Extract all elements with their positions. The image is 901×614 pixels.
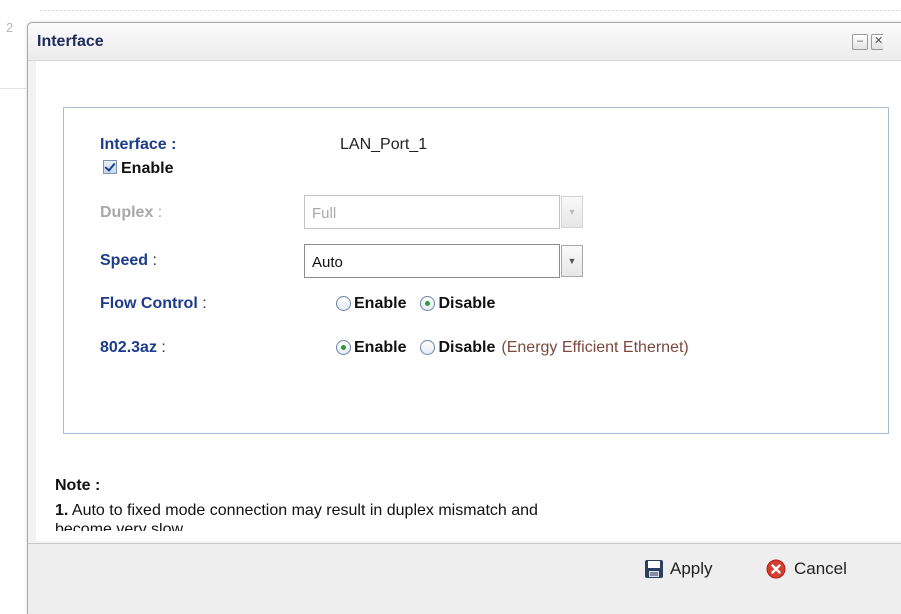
note-item: 1. Auto to fixed mode connection may res…	[55, 502, 538, 519]
close-icon[interactable]: ✕	[871, 34, 883, 50]
eee-hint: (Energy Efficient Ethernet)	[501, 339, 689, 356]
note-item-continued: become very slow.	[55, 523, 187, 531]
apply-button[interactable]: Apply	[644, 559, 713, 579]
enable-checkbox[interactable]	[103, 160, 117, 174]
background-digit: 2	[6, 20, 14, 35]
dialog-title: Interface	[37, 33, 104, 50]
note-title: Note :	[55, 477, 101, 494]
interface-label: Interface :	[100, 136, 177, 153]
eee-enable-radio[interactable]	[336, 340, 351, 355]
interface-row: Interface : LAN_Port_1	[100, 136, 427, 154]
minimize-icon[interactable]: –	[852, 34, 868, 50]
interface-dialog: Interface – ✕ Interface : LAN_Port_1 Ena…	[27, 22, 901, 614]
interface-value: LAN_Port_1	[340, 136, 428, 153]
background-line	[0, 88, 26, 89]
duplex-label: Duplex :	[100, 204, 163, 221]
enable-checkbox-label: Enable	[121, 160, 174, 177]
eee-disable-radio[interactable]	[420, 340, 436, 355]
flow-control-row: Flow Control : Enable Disable	[100, 295, 495, 313]
speed-label: Speed :	[100, 252, 157, 269]
flow-control-options: Enable Disable	[336, 295, 509, 313]
settings-panel: Interface : LAN_Port_1 Enable Duplex : F…	[63, 107, 889, 434]
speed-row: Speed :	[100, 252, 157, 270]
save-icon	[645, 560, 663, 578]
eee-label: 802.3az :	[100, 339, 166, 356]
chevron-down-icon[interactable]: ▼	[561, 245, 583, 277]
eee-disable-label[interactable]: Disable	[438, 339, 495, 356]
flow-control-label: Flow Control :	[100, 295, 207, 312]
duplex-select-value: Full	[312, 205, 337, 222]
background-divider	[40, 10, 901, 11]
enable-row[interactable]: Enable	[103, 160, 173, 178]
dialog-title-bar[interactable]: Interface – ✕	[28, 23, 901, 61]
cancel-button-label: Cancel	[794, 559, 847, 578]
dialog-footer: Apply Cancel	[28, 543, 901, 614]
chevron-down-icon: ▼	[561, 196, 583, 228]
duplex-row: Duplex :	[100, 204, 162, 222]
flow-control-disable-radio[interactable]	[420, 296, 436, 311]
flow-control-enable-label[interactable]: Enable	[354, 295, 406, 312]
eee-row: 802.3az : Enable Disable (Energy Efficient…	[100, 339, 689, 357]
dialog-content: Interface : LAN_Port_1 Enable Duplex : F…	[36, 61, 901, 541]
speed-select[interactable]: Auto ▼	[304, 244, 583, 278]
cancel-button[interactable]: Cancel	[766, 559, 847, 579]
speed-select-value: Auto	[312, 254, 343, 271]
flow-control-enable-radio[interactable]	[336, 296, 351, 311]
cancel-icon	[766, 559, 786, 579]
flow-control-disable-label[interactable]: Disable	[438, 295, 495, 312]
duplex-select: Full ▼	[304, 195, 583, 229]
apply-button-label: Apply	[670, 559, 713, 578]
eee-options: Enable Disable (Energy Efficient Ethernet)	[336, 339, 689, 357]
eee-enable-label[interactable]: Enable	[354, 339, 406, 356]
